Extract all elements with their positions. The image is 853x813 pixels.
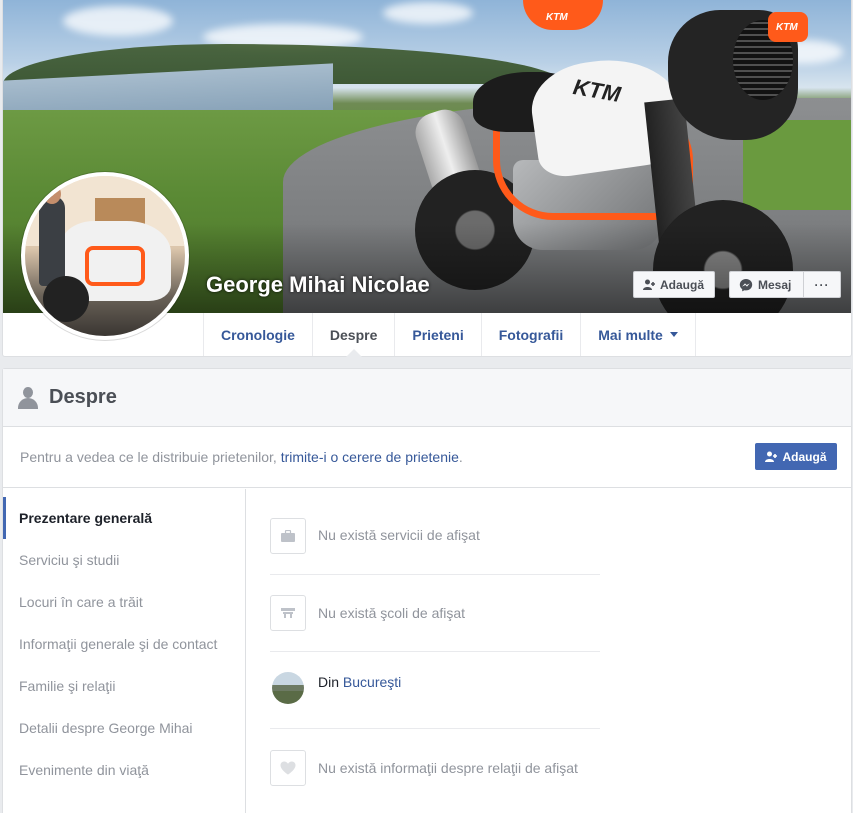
person-icon bbox=[17, 386, 39, 409]
about-section: Despre Pentru a vedea ce le distribuie p… bbox=[2, 368, 852, 813]
about-title: Despre bbox=[49, 386, 117, 408]
nav-life-events[interactable]: Evenimente din viaţă bbox=[3, 749, 245, 791]
hometown-link[interactable]: Bucureşti bbox=[343, 674, 401, 690]
tab-friends[interactable]: Prieteni bbox=[394, 313, 480, 356]
relationship-empty-text: Nu există informaţii despre relaţii de a… bbox=[318, 759, 578, 776]
briefcase-icon bbox=[270, 518, 306, 554]
profile-picture[interactable] bbox=[21, 172, 189, 340]
about-side-nav: Prezentare generală Serviciu şi studii L… bbox=[3, 489, 246, 813]
work-empty-text: Nu există servicii de afişat bbox=[318, 527, 480, 543]
messenger-icon bbox=[739, 278, 753, 291]
nav-work-education[interactable]: Serviciu şi studii bbox=[3, 539, 245, 581]
overview-education: Nu există şcoli de afişat bbox=[270, 575, 600, 652]
tab-more[interactable]: Mai multe bbox=[580, 313, 696, 356]
tab-timeline[interactable]: Cronologie bbox=[203, 313, 312, 356]
notice-suffix: . bbox=[458, 449, 463, 465]
overview-list: Nu există servicii de afişat Nu există ş… bbox=[270, 504, 600, 806]
tab-photos[interactable]: Fotografii bbox=[480, 313, 581, 356]
message-label: Mesaj bbox=[758, 277, 792, 292]
add-friend-icon bbox=[643, 279, 655, 290]
add-friend-label: Adaugă bbox=[782, 449, 827, 464]
overview-relationship: Nu există informaţii despre relaţii de a… bbox=[270, 729, 600, 806]
nav-details-about[interactable]: Detalii despre George Mihai bbox=[3, 707, 245, 749]
nav-places-lived[interactable]: Locuri în care a trăit bbox=[3, 581, 245, 623]
message-button[interactable]: Mesaj bbox=[729, 271, 804, 298]
add-friend-button-secondary[interactable]: Adaugă bbox=[755, 443, 837, 470]
more-icon: ··· bbox=[814, 277, 830, 292]
hometown-text: Din Bucureşti bbox=[318, 674, 402, 690]
handguard-logo-left: KTM bbox=[546, 12, 568, 23]
nav-family-relationships[interactable]: Familie şi relaţii bbox=[3, 665, 245, 707]
add-friend-button[interactable]: Adaugă bbox=[633, 271, 715, 298]
notice-text: Pentru a vedea ce le distribuie prieteni… bbox=[20, 449, 281, 465]
nav-overview[interactable]: Prezentare generală bbox=[3, 497, 245, 539]
heart-icon bbox=[270, 749, 306, 786]
profile-name[interactable]: George Mihai Nicolae bbox=[206, 272, 430, 298]
handguard-logo-right: KTM bbox=[776, 22, 798, 33]
caret-down-icon bbox=[669, 332, 678, 337]
add-friend-icon bbox=[765, 451, 778, 462]
send-friend-request-link[interactable]: trimite-i o cerere de prietenie bbox=[281, 449, 459, 465]
friend-request-notice: Pentru a vedea ce le distribuie prieteni… bbox=[3, 427, 851, 488]
school-icon bbox=[270, 595, 306, 631]
profile-header: KTM KTM KTM George Mihai Nicolae Adaugă … bbox=[2, 0, 852, 357]
add-friend-label: Adaugă bbox=[660, 277, 705, 292]
education-empty-text: Nu există şcoli de afişat bbox=[318, 605, 466, 621]
overview-work: Nu există servicii de afişat bbox=[270, 504, 600, 575]
hometown-thumbnail[interactable] bbox=[272, 672, 304, 704]
tab-about[interactable]: Despre bbox=[311, 313, 394, 357]
avatar-image bbox=[25, 176, 185, 336]
overview-hometown: Din Bucureşti bbox=[270, 652, 600, 729]
about-header: Despre bbox=[3, 369, 851, 427]
nav-contact-info[interactable]: Informaţii generale şi de contact bbox=[3, 623, 245, 665]
more-options-button[interactable]: ··· bbox=[803, 271, 841, 298]
profile-tabs: Cronologie Despre Prieteni Fotografii Ma… bbox=[203, 313, 696, 357]
